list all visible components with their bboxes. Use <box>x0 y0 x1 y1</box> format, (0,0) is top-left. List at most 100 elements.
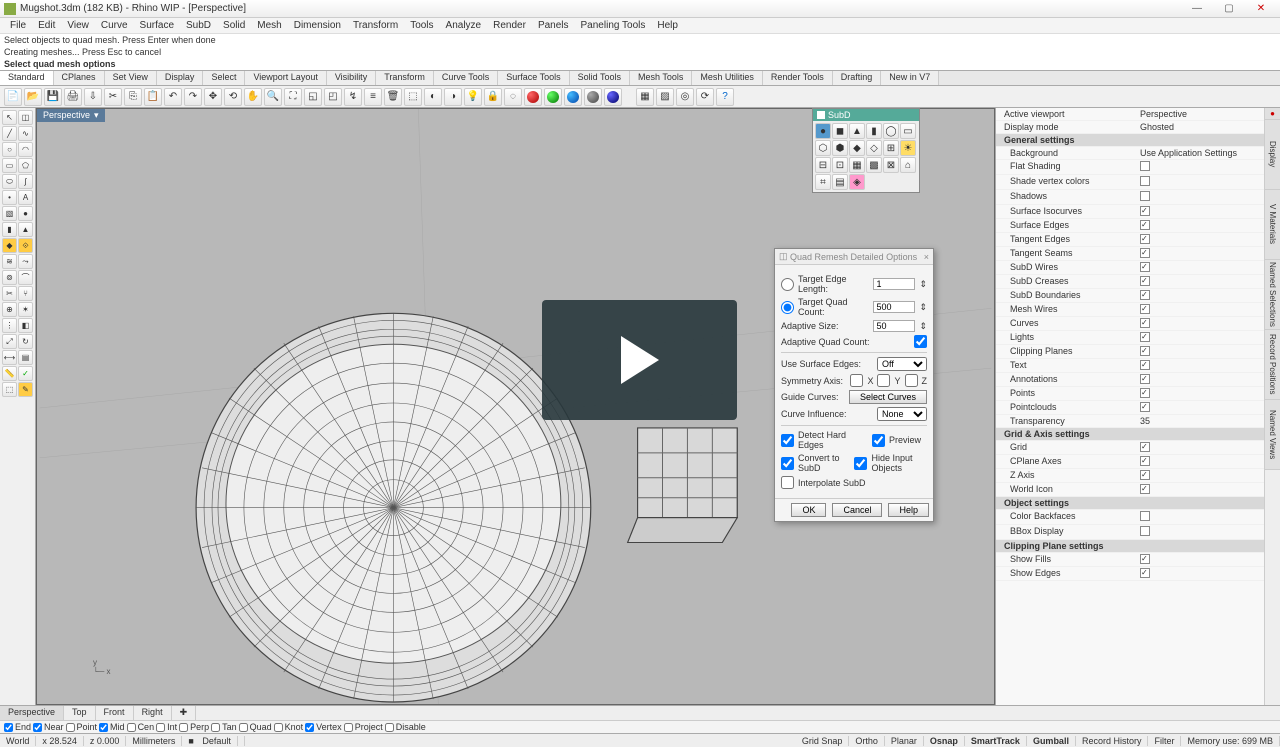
subd-t4-icon[interactable]: ◇ <box>866 140 882 156</box>
tab-meshtools[interactable]: Mesh Tools <box>630 71 692 85</box>
btab-add[interactable]: ✚ <box>172 706 197 720</box>
move-icon[interactable]: ✥ <box>204 88 222 106</box>
tab-setview[interactable]: Set View <box>105 71 157 85</box>
measure-icon[interactable]: 📏 <box>2 366 17 381</box>
loft-icon[interactable]: ≋ <box>2 254 17 269</box>
text-icon[interactable]: A <box>18 190 33 205</box>
cb-interp[interactable] <box>781 476 794 489</box>
cb-detect[interactable] <box>781 434 794 447</box>
close-button[interactable]: ✕ <box>1246 2 1276 16</box>
status-world[interactable]: World <box>0 736 36 746</box>
tool-b-icon[interactable]: ◑ <box>444 88 462 106</box>
subd-t7-icon[interactable]: ⊟ <box>815 157 831 173</box>
status-ortho[interactable]: Ortho <box>849 736 885 746</box>
menu-tools[interactable]: Tools <box>404 20 439 31</box>
osnap-int[interactable]: Int <box>156 722 177 732</box>
shade1-icon[interactable] <box>544 88 562 106</box>
cb-te[interactable] <box>1140 234 1150 244</box>
cb-adaptive-quad[interactable] <box>914 335 927 348</box>
tab-newv7[interactable]: New in V7 <box>881 71 939 85</box>
line-icon[interactable]: ╱ <box>2 126 17 141</box>
status-units[interactable]: Millimeters <box>126 736 182 746</box>
show-icon[interactable] <box>524 88 542 106</box>
sweep-icon[interactable]: ⤳ <box>18 254 33 269</box>
input-adaptive[interactable] <box>873 320 915 332</box>
tab-curvetools[interactable]: Curve Tools <box>434 71 498 85</box>
cb-sb[interactable] <box>1140 290 1150 300</box>
curve-icon[interactable]: ∫ <box>18 174 33 189</box>
arc-icon[interactable]: ◠ <box>18 142 33 157</box>
cb-sc[interactable] <box>1140 276 1150 286</box>
cb-shadows[interactable] <box>1140 191 1150 201</box>
menu-file[interactable]: File <box>4 20 32 31</box>
prop-active-viewport-val[interactable]: Perspective <box>1140 109 1260 119</box>
subd-t8-icon[interactable]: ⊡ <box>832 157 848 173</box>
cone-icon[interactable]: ▲ <box>18 222 33 237</box>
cb-se[interactable] <box>1140 220 1150 230</box>
cb-wi[interactable] <box>1140 484 1150 494</box>
lock-icon[interactable]: 🔒 <box>484 88 502 106</box>
new-icon[interactable]: 📄 <box>4 88 22 106</box>
menu-render[interactable]: Render <box>487 20 532 31</box>
osnap-perp[interactable]: Perp <box>179 722 209 732</box>
subd-t9-icon[interactable]: ▦ <box>849 157 865 173</box>
osnap-mid[interactable]: Mid <box>99 722 125 732</box>
btab-right[interactable]: Right <box>134 706 172 720</box>
shade2-icon[interactable] <box>564 88 582 106</box>
join-icon[interactable]: ⊕ <box>2 302 17 317</box>
subd-torus-icon[interactable]: ◯ <box>883 123 899 139</box>
tab-visibility[interactable]: Visibility <box>327 71 376 85</box>
menu-surface[interactable]: Surface <box>134 20 180 31</box>
rtab-positions[interactable]: Record Positions <box>1265 330 1280 400</box>
input-quad-count[interactable] <box>873 301 915 313</box>
menu-dimension[interactable]: Dimension <box>288 20 347 31</box>
sel-curve-inf[interactable]: None <box>877 407 927 421</box>
prop-background-val[interactable]: Use Application Settings <box>1140 148 1260 158</box>
tab-rendertools[interactable]: Render Tools <box>763 71 833 85</box>
cb-cp[interactable] <box>1140 346 1150 356</box>
point-icon[interactable]: • <box>2 190 17 205</box>
trash-icon[interactable]: 🗑 <box>384 88 402 106</box>
zoomsel-icon[interactable]: ◱ <box>304 88 322 106</box>
save-icon[interactable]: 💾 <box>44 88 62 106</box>
cut-icon[interactable]: ✂ <box>104 88 122 106</box>
status-filter[interactable]: Filter <box>1148 736 1181 746</box>
menu-edit[interactable]: Edit <box>32 20 61 31</box>
cb-hide[interactable] <box>854 457 867 470</box>
cb-cpa[interactable] <box>1140 456 1150 466</box>
cyl-icon[interactable]: ▮ <box>2 222 17 237</box>
osnap-disable[interactable]: Disable <box>385 722 426 732</box>
osnap-tan[interactable]: Tan <box>211 722 237 732</box>
trim-icon[interactable]: ✂ <box>2 286 17 301</box>
tool1-icon[interactable]: ⬚ <box>2 382 17 397</box>
viewport-label[interactable]: Perspective▾ <box>37 109 105 122</box>
tab-meshutil[interactable]: Mesh Utilities <box>692 71 763 85</box>
input-edge-length[interactable] <box>873 278 915 290</box>
polyline-icon[interactable]: ∿ <box>18 126 33 141</box>
split-icon[interactable]: ⑂ <box>18 286 33 301</box>
spinner-icon[interactable]: ⇕ <box>919 302 927 313</box>
prop-trans-val[interactable]: 35 <box>1140 416 1260 426</box>
subd-t13-icon[interactable]: ⌗ <box>815 174 831 190</box>
redo-icon[interactable]: ↷ <box>184 88 202 106</box>
ellipse-icon[interactable]: ⬭ <box>2 174 17 189</box>
subd-toolbar[interactable]: SubD ● ◼ ▲ ▮ ◯ ▭ ⬡ ⬢ ◆ ◇ ⊞ ☀ ⊟ ⊡ ▦ ▩ ⊠ ⌂… <box>812 108 920 193</box>
prop-display-mode-val[interactable]: Ghosted <box>1140 122 1260 132</box>
rotate3d-icon[interactable]: ↻ <box>18 334 33 349</box>
subd-t11-icon[interactable]: ⊠ <box>883 157 899 173</box>
hatch-icon[interactable]: ▤ <box>18 350 33 365</box>
cb-text[interactable] <box>1140 360 1150 370</box>
rotate-icon[interactable]: ⟲ <box>224 88 242 106</box>
subd-t10-icon[interactable]: ▩ <box>866 157 882 173</box>
offset-icon[interactable]: ⊚ <box>2 270 17 285</box>
zoomwin-icon[interactable]: ◰ <box>324 88 342 106</box>
osnap-cen[interactable]: Cen <box>127 722 155 732</box>
spinner-icon[interactable]: ⇕ <box>919 321 927 332</box>
play-overlay[interactable] <box>542 300 737 420</box>
cb-preview[interactable] <box>872 434 885 447</box>
osnap-project[interactable]: Project <box>344 722 383 732</box>
print-icon[interactable]: 🖨 <box>64 88 82 106</box>
subd-plane-icon[interactable]: ▭ <box>900 123 916 139</box>
tab-standard[interactable]: Standard <box>0 71 54 85</box>
panel3-icon[interactable]: ◎ <box>676 88 694 106</box>
